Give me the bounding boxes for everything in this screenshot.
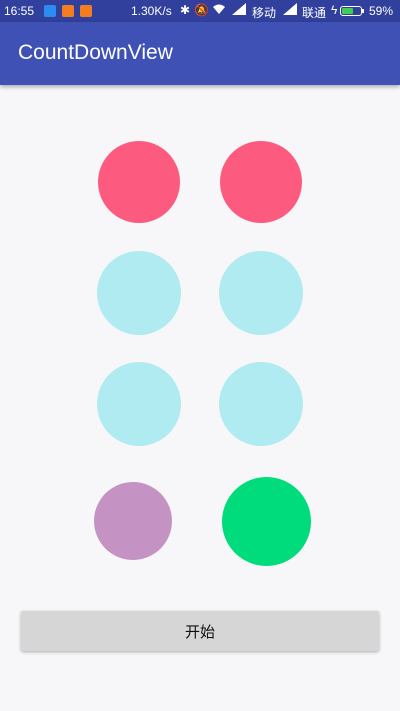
- video-icon: [80, 5, 92, 17]
- app-bar: CountDownView: [0, 22, 400, 85]
- battery-icon: [340, 6, 364, 16]
- countdown-circle: [219, 251, 303, 335]
- page-title: CountDownView: [18, 41, 173, 64]
- countdown-circle: [98, 141, 180, 223]
- start-button[interactable]: 开始: [21, 611, 379, 651]
- mute-icon: 🔕: [194, 3, 209, 17]
- status-time: 16:55: [4, 4, 35, 18]
- signal-icon: [283, 3, 297, 18]
- shop-icon: [62, 5, 74, 17]
- carrier-name: 移动: [252, 6, 277, 20]
- battery-percent: 59%: [369, 4, 394, 18]
- status-bar: 16:55 1.30K/s ✱ 🔕 移动 联通 ϟ 59%: [0, 0, 400, 22]
- countdown-circle: [97, 362, 181, 446]
- countdown-circle: [222, 477, 311, 566]
- countdown-circle: [97, 251, 181, 335]
- signal-icon: [232, 3, 246, 18]
- notification-icon: [44, 5, 56, 17]
- network-speed: 1.30K/s: [131, 4, 172, 18]
- charging-icon: ϟ: [331, 3, 338, 17]
- bluetooth-icon: ✱: [180, 3, 191, 17]
- countdown-circle: [94, 482, 172, 560]
- countdown-circle: [220, 141, 302, 223]
- countdown-circle: [219, 362, 303, 446]
- wifi-icon: [212, 3, 226, 18]
- carrier-name: 联通: [302, 6, 327, 20]
